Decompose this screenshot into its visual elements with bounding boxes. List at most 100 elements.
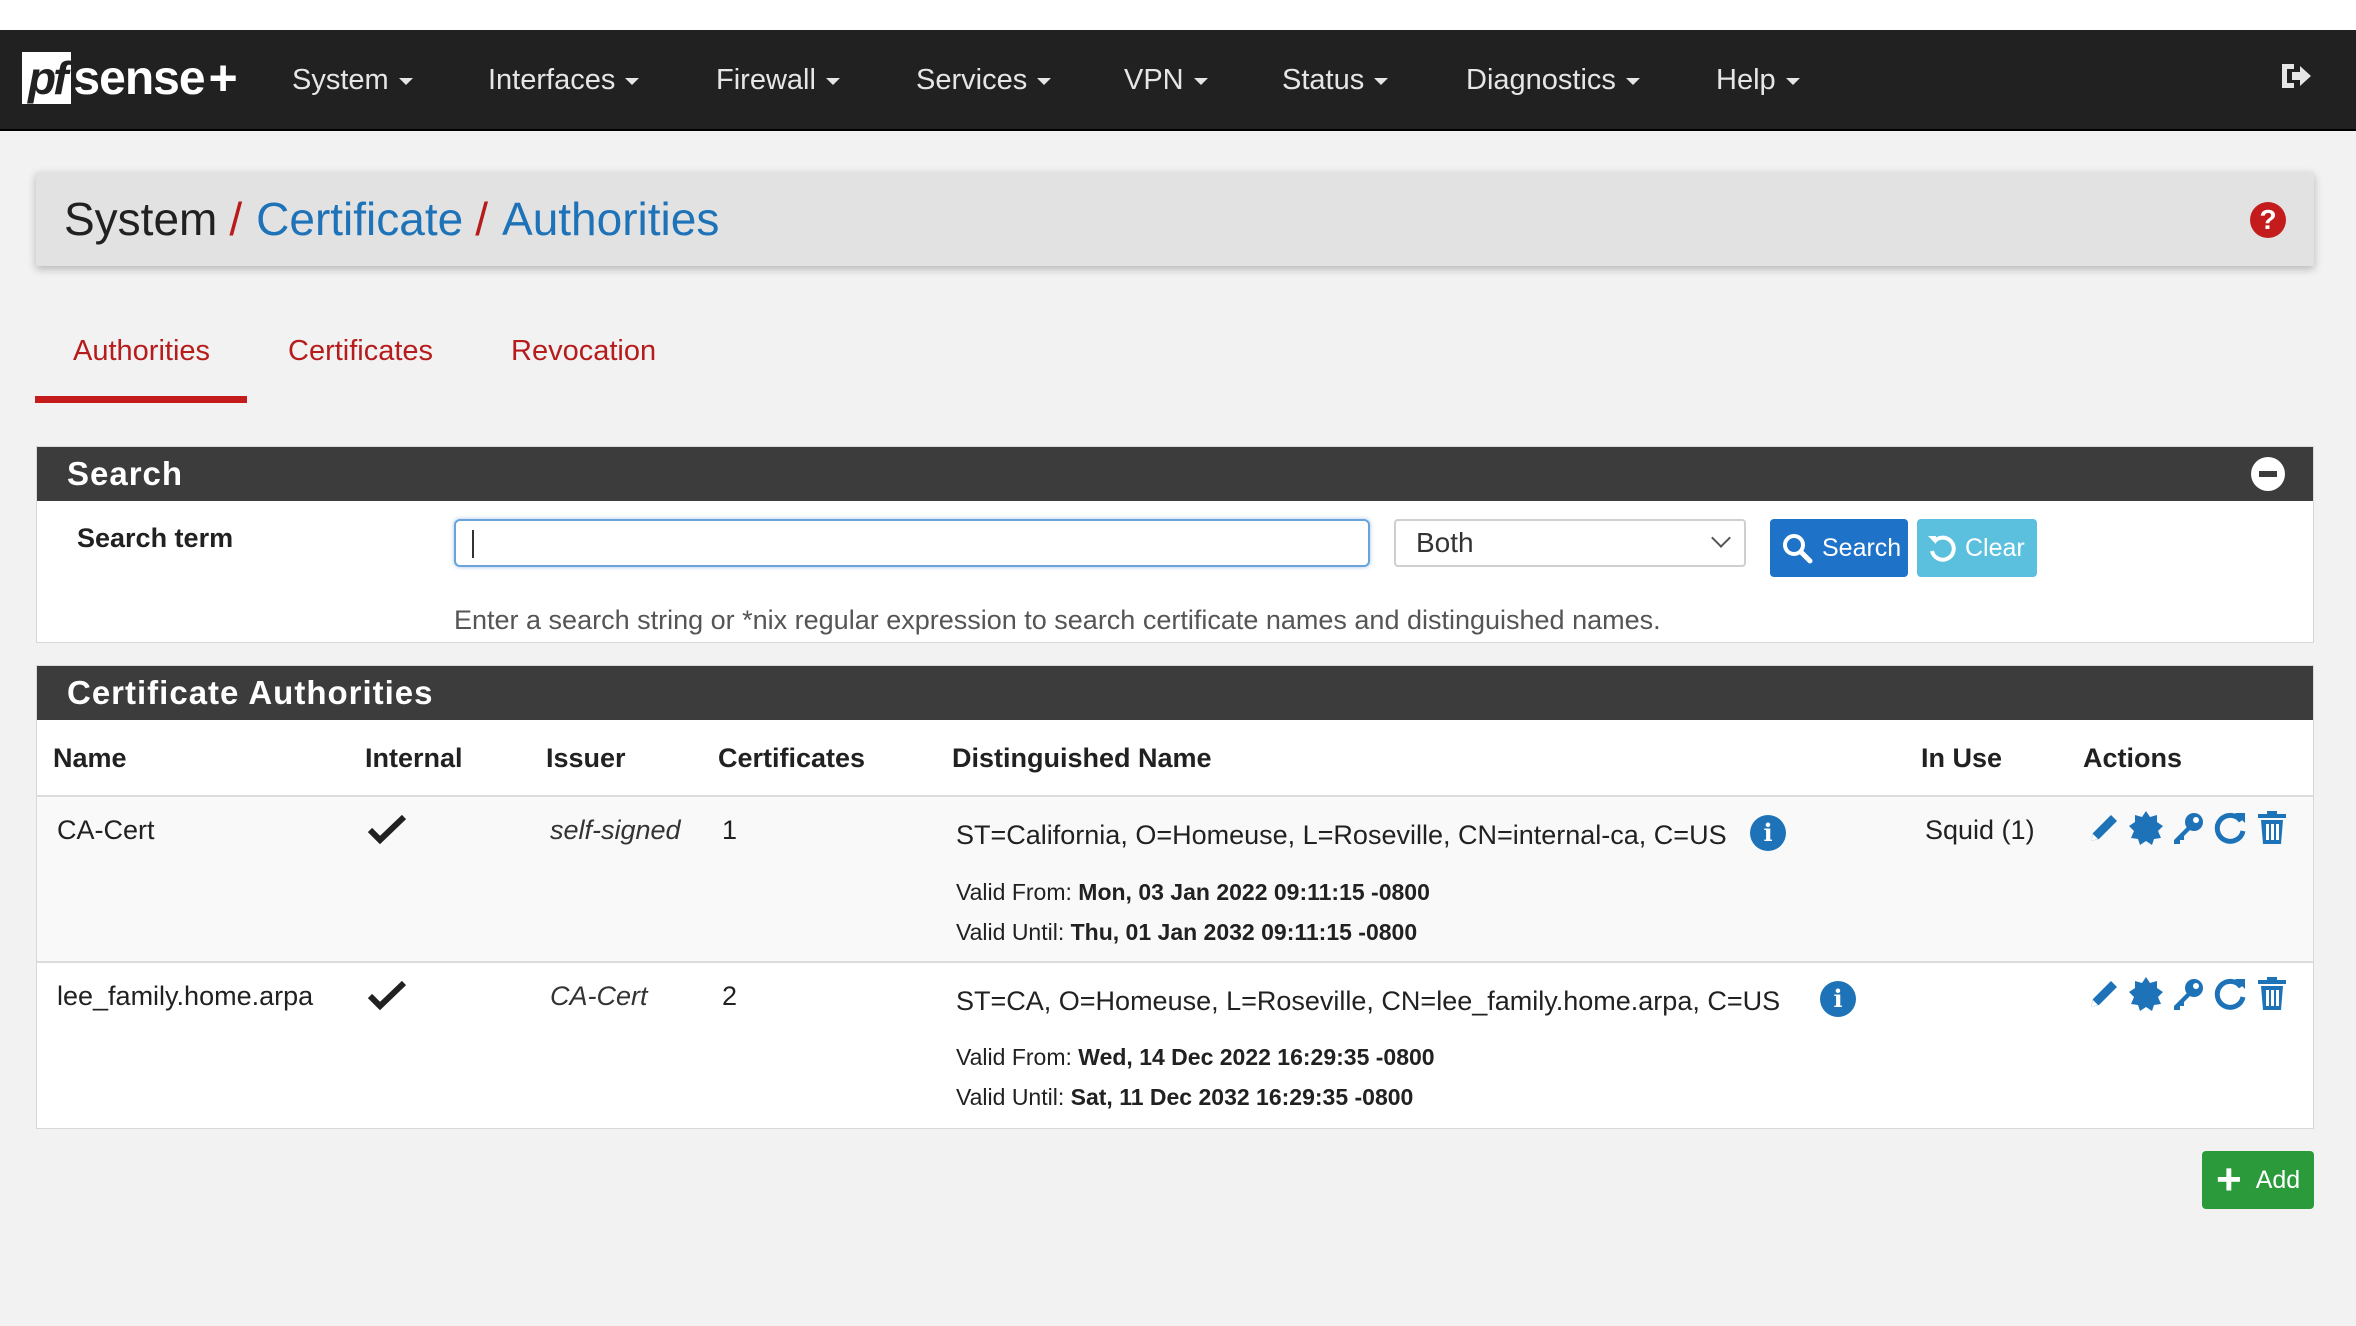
row-issuer: self-signed xyxy=(550,815,681,845)
valid-from-value: Mon, 03 Jan 2022 09:11:15 -0800 xyxy=(1078,879,1430,905)
row-valid-from: Valid From: Mon, 03 Jan 2022 09:11:15 -0… xyxy=(956,879,1430,906)
logo-plus: + xyxy=(208,50,238,106)
column-header-actions: Actions xyxy=(2083,743,2183,773)
pencil-icon[interactable] xyxy=(2085,975,2123,1013)
column-header-distinguished-name[interactable]: Distinguished Name xyxy=(952,743,1212,774)
key-icon[interactable] xyxy=(2169,809,2207,847)
row-divider xyxy=(37,961,2313,963)
add-button-label: Add xyxy=(2255,1165,2301,1194)
column-header-internal[interactable]: Internal xyxy=(365,743,463,774)
row-in-use: Squid (1) xyxy=(1925,815,2035,845)
checkmark-icon xyxy=(367,980,407,1011)
renew-icon[interactable] xyxy=(2211,975,2249,1013)
valid-until-value: Thu, 01 Jan 2032 09:11:15 -0800 xyxy=(1070,919,1418,945)
valid-from-value: Wed, 14 Dec 2022 16:29:35 -0800 xyxy=(1078,1044,1435,1070)
trash-icon[interactable] xyxy=(2253,809,2291,847)
top-strip xyxy=(0,0,2356,30)
logout-icon[interactable] xyxy=(2278,58,2314,94)
certificate-badge-icon[interactable] xyxy=(2127,975,2165,1013)
caret-down-icon xyxy=(398,77,413,85)
certificate-authorities-panel: Certificate Authorities Name Internal Is… xyxy=(36,665,2314,1129)
renew-icon[interactable] xyxy=(2211,809,2249,847)
breadcrumb-authorities[interactable]: Authorities xyxy=(502,192,719,246)
caret-down-icon xyxy=(825,77,840,85)
breadcrumb-certificate[interactable]: Certificate xyxy=(256,192,463,246)
tab-authorities[interactable]: Authorities xyxy=(73,335,210,368)
collapse-icon[interactable] xyxy=(2251,457,2285,491)
column-header-issuer[interactable]: Issuer xyxy=(546,743,626,774)
valid-from-label: Valid From: xyxy=(956,879,1072,905)
nav-status-label: Status xyxy=(1282,64,1365,96)
row-name: lee_family.home.arpa xyxy=(57,981,314,1011)
info-icon[interactable]: i xyxy=(1820,981,1856,1017)
row-distinguished-name: ST=California, O=Homeuse, L=Roseville, C… xyxy=(956,820,1727,850)
logo-sense: sense xyxy=(73,51,205,105)
valid-until-label: Valid Until: xyxy=(956,919,1065,945)
nav-vpn-label: VPN xyxy=(1124,64,1184,96)
search-scope-select[interactable]: Both xyxy=(1394,519,1746,567)
key-icon[interactable] xyxy=(2169,975,2207,1013)
search-scope-value: Both xyxy=(1416,527,1474,558)
info-icon[interactable]: i xyxy=(1750,815,1786,851)
breadcrumb-system: System xyxy=(64,193,218,245)
nav-diagnostics[interactable]: Diagnostics xyxy=(1466,60,1640,100)
pfsense-logo[interactable]: pf sense + xyxy=(22,48,238,108)
valid-until-label: Valid Until: xyxy=(956,1084,1065,1110)
caret-down-icon xyxy=(625,77,640,85)
plus-icon: + xyxy=(2216,1155,2242,1204)
column-header-name[interactable]: Name xyxy=(53,743,127,774)
logo-pf: pf xyxy=(22,52,72,104)
nav-firewall-label: Firewall xyxy=(716,64,816,96)
row-certificate-count: 1 xyxy=(722,815,738,845)
row-certificate-count: 2 xyxy=(722,981,738,1011)
row-valid-until: Valid Until: Sat, 11 Dec 2032 16:29:35 -… xyxy=(956,1084,1413,1111)
nav-interfaces-label: Interfaces xyxy=(488,64,616,96)
column-header-certificates[interactable]: Certificates xyxy=(718,743,865,774)
nav-diagnostics-label: Diagnostics xyxy=(1466,64,1616,96)
checkmark-icon xyxy=(367,814,407,845)
nav-interfaces[interactable]: Interfaces xyxy=(488,60,640,100)
caret-down-icon xyxy=(1037,77,1052,85)
nav-vpn[interactable]: VPN xyxy=(1124,60,1208,100)
help-icon[interactable]: ? xyxy=(2250,202,2286,238)
row-name: CA-Cert xyxy=(57,815,155,845)
nav-services-label: Services xyxy=(916,64,1028,96)
nav-system-label: System xyxy=(292,64,389,96)
search-help-text: Enter a search string or *nix regular ex… xyxy=(454,605,1661,635)
breadcrumb: System / Certificate / Authorities ? xyxy=(36,172,2314,266)
search-button[interactable]: Search xyxy=(1770,519,1908,577)
caret-down-icon xyxy=(1374,77,1389,85)
certificate-badge-icon[interactable] xyxy=(2127,809,2165,847)
valid-from-label: Valid From: xyxy=(956,1044,1072,1070)
nav-services[interactable]: Services xyxy=(916,60,1052,100)
search-input[interactable] xyxy=(454,519,1370,567)
clear-button[interactable]: Clear xyxy=(1917,519,2037,577)
trash-icon[interactable] xyxy=(2253,975,2291,1013)
breadcrumb-separator: / xyxy=(229,193,243,245)
active-tab-indicator xyxy=(35,396,247,403)
add-button[interactable]: + Add xyxy=(2202,1151,2314,1209)
row-actions xyxy=(2085,975,2291,1013)
breadcrumb-separator: / xyxy=(475,193,489,245)
search-panel: Search Search term Both Search Clear Ent… xyxy=(36,446,2314,643)
nav-status[interactable]: Status xyxy=(1282,60,1389,100)
nav-help-label: Help xyxy=(1716,64,1776,96)
nav-system[interactable]: System xyxy=(292,60,413,100)
row-valid-until: Valid Until: Thu, 01 Jan 2032 09:11:15 -… xyxy=(956,919,1417,946)
search-term-label: Search term xyxy=(77,523,234,553)
tab-revocation[interactable]: Revocation xyxy=(511,335,656,368)
tab-certificates[interactable]: Certificates xyxy=(288,335,433,368)
clear-button-label: Clear xyxy=(1965,533,2025,562)
ca-panel-header: Certificate Authorities xyxy=(37,666,2313,720)
search-panel-title: Search xyxy=(67,455,184,492)
pencil-icon[interactable] xyxy=(2085,809,2123,847)
nav-firewall[interactable]: Firewall xyxy=(716,60,840,100)
navbar: pf sense + System Interfaces Firewall Se… xyxy=(0,30,2356,131)
caret-down-icon xyxy=(1785,77,1800,85)
nav-help[interactable]: Help xyxy=(1716,60,1800,100)
caret-down-icon xyxy=(1625,77,1640,85)
column-header-in-use[interactable]: In Use xyxy=(1921,743,2002,774)
ca-panel-title: Certificate Authorities xyxy=(67,674,434,711)
text-cursor xyxy=(472,530,474,558)
undo-icon xyxy=(1928,535,1956,562)
